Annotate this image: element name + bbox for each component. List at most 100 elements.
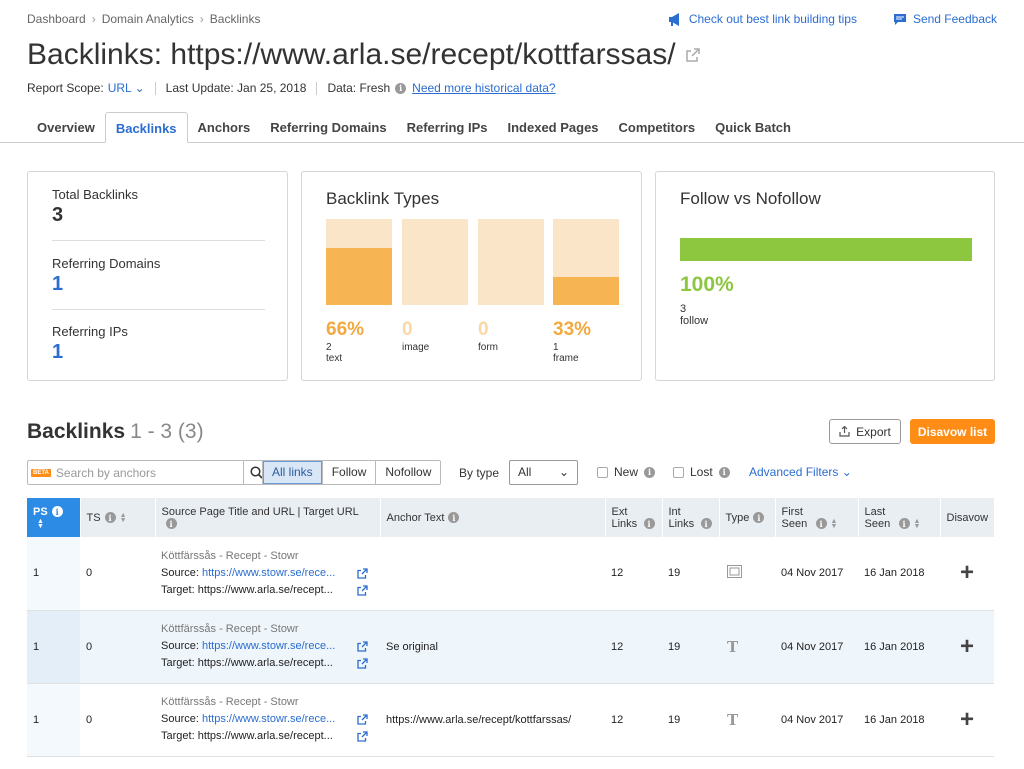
source-label: Source:: [161, 713, 199, 725]
tab-referring-domains[interactable]: Referring Domains: [260, 112, 396, 143]
info-icon[interactable]: i: [644, 466, 656, 478]
external-link-icon[interactable]: [357, 658, 368, 669]
backlink-type-label-1: image: [402, 342, 430, 353]
info-icon[interactable]: i: [448, 512, 460, 524]
source-url-link[interactable]: https://www.stowr.se/rece...: [202, 567, 335, 579]
text-type-icon: T: [727, 710, 739, 729]
cell-anchor: Se original: [380, 610, 605, 684]
external-link-icon[interactable]: [357, 731, 368, 742]
header-first-seen[interactable]: First Seen i ▲ ▼: [775, 498, 859, 537]
sort-icon[interactable]: ▲ ▼: [914, 518, 921, 530]
external-link-icon[interactable]: [357, 568, 368, 579]
backlinks-table: PS i▲ ▼ TS i ▲ ▼ Source Page Title and URL | …: [27, 498, 995, 757]
backlink-type-percent-3: 33%: [553, 319, 592, 340]
link-building-tips-link[interactable]: Check out best link building tips: [668, 12, 857, 26]
new-checkbox[interactable]: New i: [597, 465, 656, 479]
info-icon[interactable]: i: [165, 518, 177, 530]
cell-type: [719, 537, 775, 611]
plus-icon[interactable]: +: [960, 559, 974, 586]
info-icon[interactable]: i: [104, 512, 116, 524]
table-row: 1 0 Köttfärssås - Recept - Stowr Source: ht…: [27, 683, 994, 757]
tab-quick-batch[interactable]: Quick Batch: [705, 112, 801, 143]
referring-domains-value[interactable]: 1: [52, 273, 265, 296]
info-icon[interactable]: i: [51, 506, 63, 518]
header-disavow: Disavow: [940, 498, 995, 537]
cell-ts: 0: [80, 537, 155, 611]
frame-icon: [727, 565, 742, 581]
header-ps[interactable]: PS i▲ ▼: [27, 498, 81, 537]
cell-ps: 1: [27, 683, 80, 757]
backlink-type-label-0: 2 text: [326, 342, 343, 364]
follow-count: 3 follow: [680, 303, 709, 327]
breadcrumb-domain-analytics[interactable]: Domain Analytics: [102, 12, 194, 26]
cell-disavow: +: [940, 537, 994, 611]
by-type-label: By type: [459, 466, 500, 480]
follow-button[interactable]: Follow: [323, 461, 377, 484]
scope-dropdown[interactable]: URL ⌄: [108, 81, 145, 95]
info-icon[interactable]: i: [700, 518, 712, 530]
cell-ts: 0: [80, 683, 155, 757]
info-icon[interactable]: i: [643, 518, 655, 530]
nofollow-button[interactable]: Nofollow: [376, 461, 440, 484]
backlink-types-card: Backlink Types 66% 2 text 0 image 0 form 33% 1 fr…: [301, 171, 642, 381]
tips-label: Check out best link building tips: [688, 12, 857, 26]
sort-icon[interactable]: ▲ ▼: [37, 518, 44, 530]
info-icon[interactable]: i: [815, 518, 827, 530]
target-url: https://www.arla.se/recept...: [197, 583, 333, 596]
plus-icon[interactable]: +: [960, 706, 974, 733]
header-anchor: Anchor Text i: [380, 498, 606, 537]
advanced-filters-link[interactable]: Advanced Filters ⌄: [749, 465, 852, 479]
total-backlinks-label: Total Backlinks: [52, 187, 138, 202]
backlink-type-bar-3: [553, 219, 619, 305]
tab-anchors[interactable]: Anchors: [188, 112, 261, 143]
cell-ext-links: 12: [605, 610, 662, 684]
megaphone-icon: [668, 12, 679, 26]
export-icon: [839, 426, 850, 437]
scope-label: Report Scope:: [27, 81, 104, 95]
search-input[interactable]: BETA Search by anchors: [27, 460, 244, 485]
cell-last-seen: 16 Jan 2018: [858, 610, 940, 684]
tab-competitors[interactable]: Competitors: [609, 112, 706, 143]
cell-int-links: 19: [662, 683, 719, 757]
info-icon[interactable]: i: [753, 512, 765, 524]
header-last-seen[interactable]: Last Seen i ▲ ▼: [858, 498, 941, 537]
source-url-link[interactable]: https://www.stowr.se/rece...: [202, 713, 335, 725]
cell-int-links: 19: [662, 537, 719, 611]
info-icon[interactable]: i: [718, 466, 730, 478]
tab-backlinks[interactable]: Backlinks: [104, 112, 188, 143]
text-type-icon: T: [727, 637, 739, 656]
target-url: https://www.arla.se/recept...: [197, 657, 333, 669]
tab-referring-ips[interactable]: Referring IPs: [397, 112, 498, 143]
disavow-list-button[interactable]: Disavow list: [910, 419, 995, 444]
breadcrumb-dashboard[interactable]: Dashboard: [27, 12, 86, 26]
info-icon[interactable]: i: [395, 82, 407, 94]
external-link-icon[interactable]: [357, 641, 368, 652]
type-select[interactable]: All ⌄: [509, 460, 578, 485]
cell-ps: 1: [27, 610, 80, 684]
historical-data-link[interactable]: Need more historical data?: [412, 81, 555, 95]
export-button[interactable]: Export: [829, 419, 901, 444]
sort-icon[interactable]: ▲ ▼: [120, 512, 127, 524]
all-links-button[interactable]: All links: [263, 461, 323, 484]
cell-anchor: https://www.arla.se/recept/kottfarssas/: [380, 683, 605, 757]
send-feedback-link[interactable]: Send Feedback: [893, 12, 997, 26]
tab-indexed-pages[interactable]: Indexed Pages: [498, 112, 609, 143]
info-icon[interactable]: i: [898, 518, 910, 530]
referring-ips-value[interactable]: 1: [52, 341, 265, 364]
cell-anchor: [380, 537, 605, 611]
source-url-link[interactable]: https://www.stowr.se/rece...: [202, 640, 335, 652]
lost-checkbox[interactable]: Lost i: [673, 465, 730, 479]
plus-icon[interactable]: +: [960, 633, 974, 660]
tab-overview[interactable]: Overview: [27, 112, 105, 143]
follow-bar: [680, 238, 972, 261]
referring-ips-label: Referring IPs: [52, 324, 128, 339]
table-row: 1 0 Köttfärssås - Recept - Stowr Source: ht…: [27, 610, 994, 684]
cell-source: Köttfärssås - Recept - Stowr Source: http…: [155, 610, 380, 684]
sort-icon[interactable]: ▲ ▼: [831, 518, 838, 530]
header-ts[interactable]: TS i ▲ ▼: [80, 498, 156, 537]
external-link-icon[interactable]: [357, 585, 368, 596]
external-link-icon[interactable]: [685, 48, 700, 62]
target-label: Target:: [161, 583, 195, 596]
external-link-icon[interactable]: [357, 714, 368, 725]
target-label: Target:: [161, 657, 195, 669]
